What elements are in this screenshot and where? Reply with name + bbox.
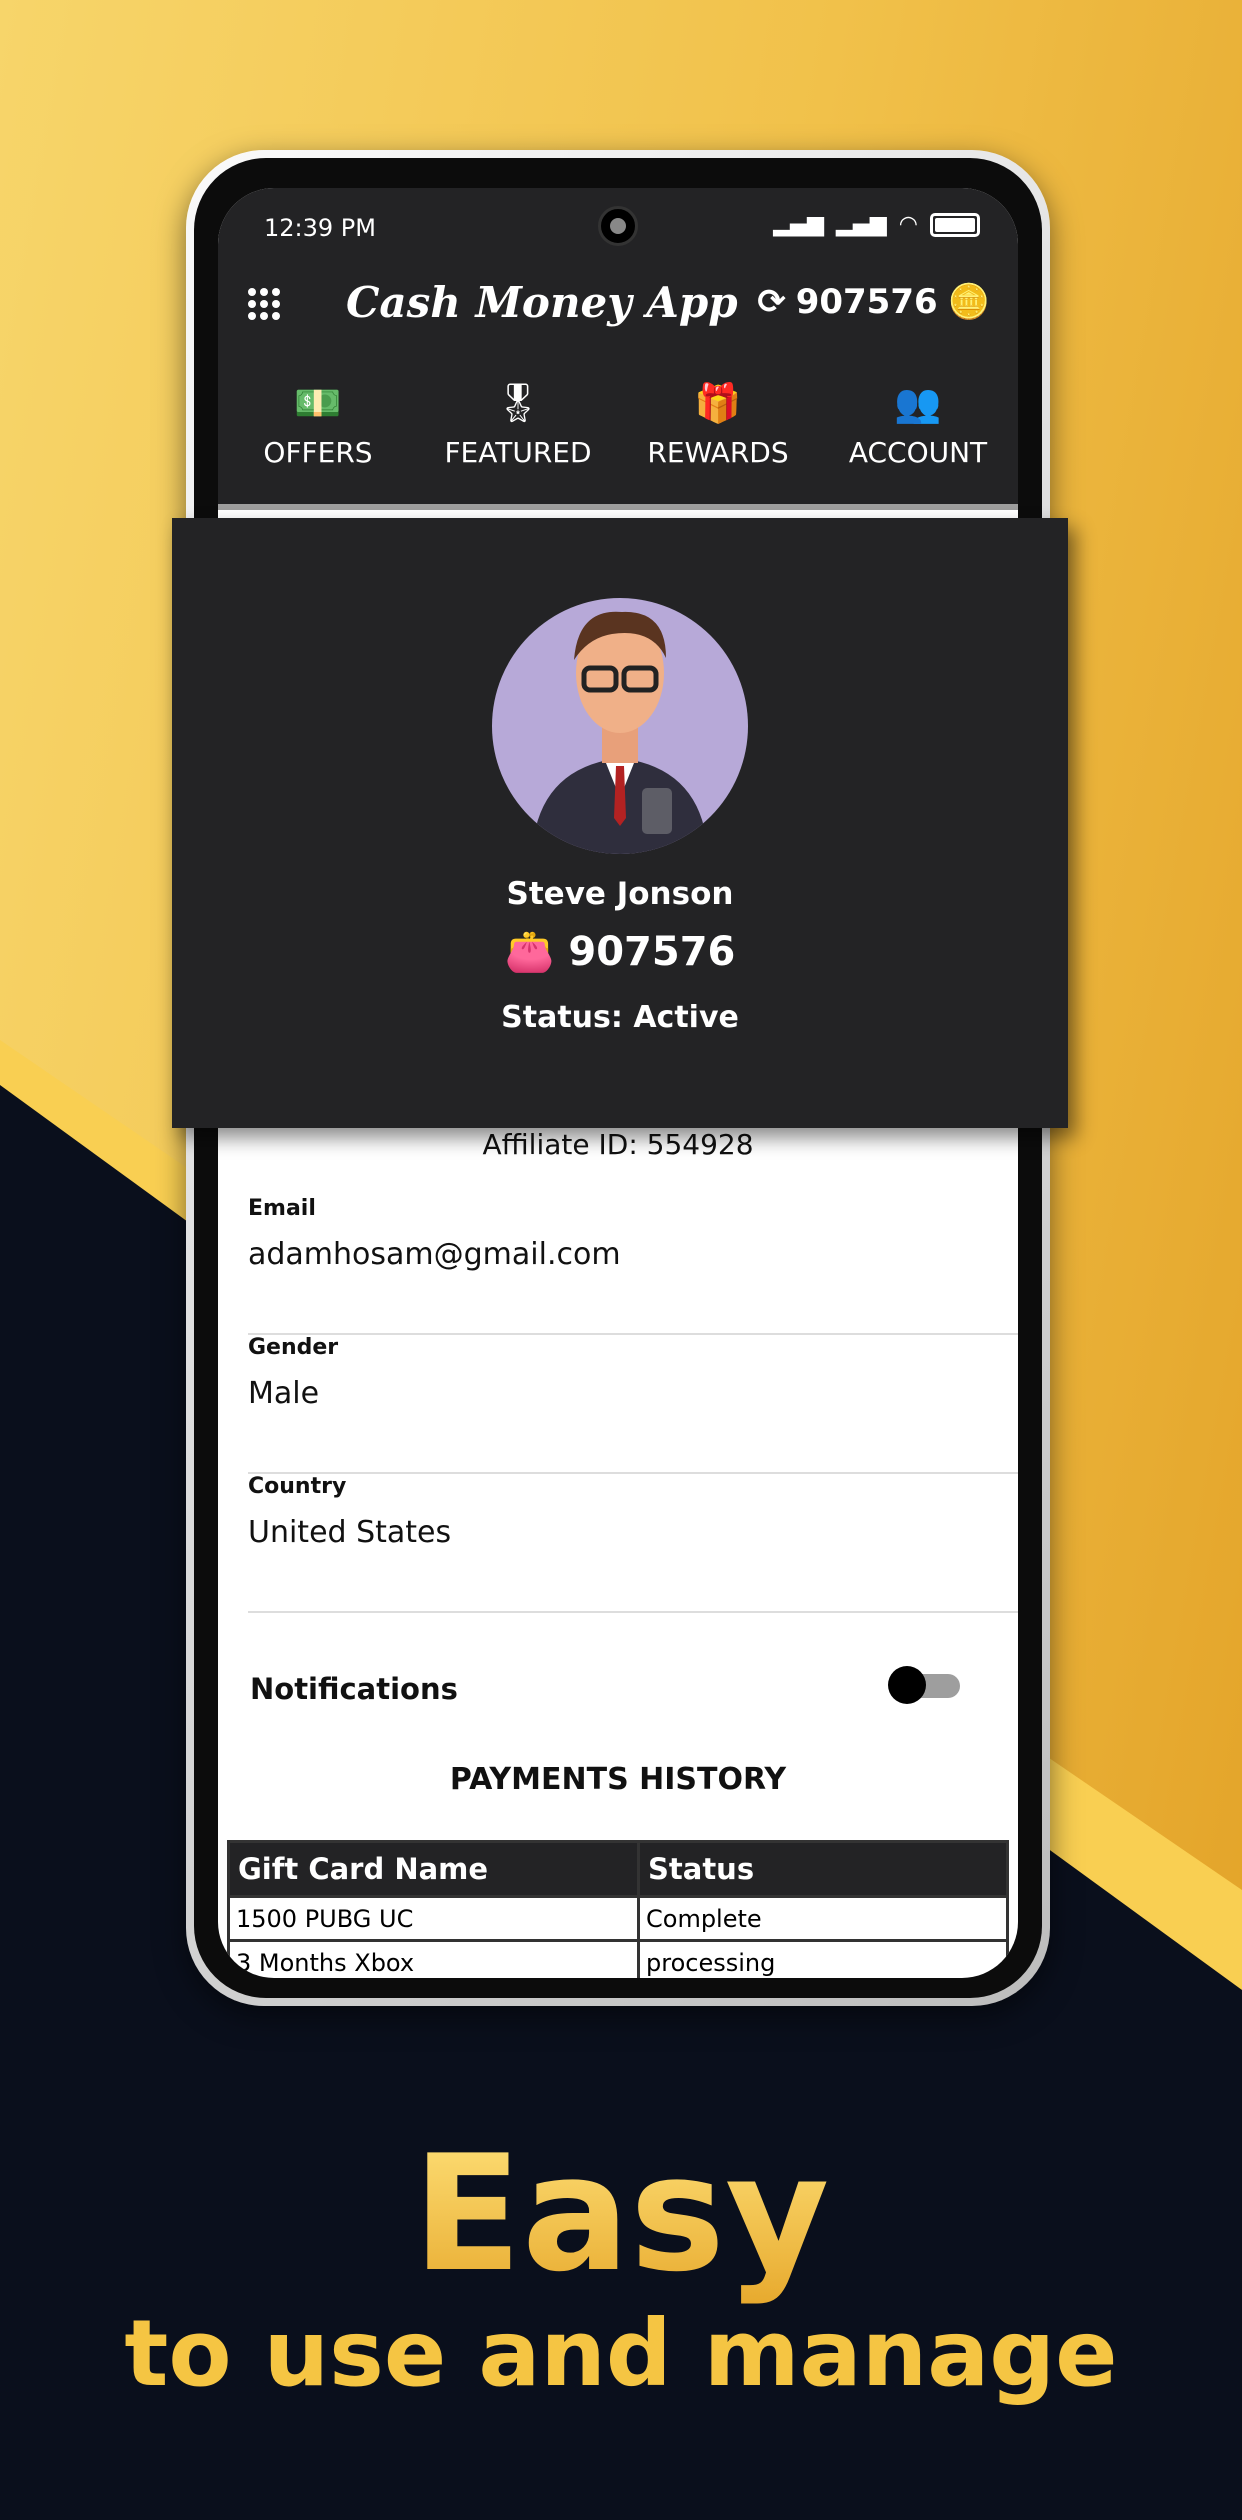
email-field[interactable]: Email adamhosam@gmail.com [248, 1196, 1018, 1335]
status-icons: ▂▄▆ ▂▄▆ ◠ [773, 212, 980, 237]
status-time: 12:39 PM [264, 214, 376, 242]
notifications-toggle[interactable] [888, 1666, 962, 1704]
app-header: 12:39 PM ▂▄▆ ▂▄▆ ◠ Cash Money App ⟳ 9075… [218, 188, 1018, 510]
tab-offers[interactable]: 💵 OFFERS [218, 378, 418, 510]
tab-label: REWARDS [647, 436, 789, 469]
country-field[interactable]: Country United States [248, 1474, 1018, 1613]
affiliate-id: Affiliate ID: 554928 [482, 1128, 754, 1161]
signal-icon: ▂▄▆ [836, 212, 887, 237]
gift-icon: 🎁 [694, 381, 742, 425]
gender-field[interactable]: Gender Male [248, 1335, 1018, 1474]
column-header: Gift Card Name [227, 1840, 640, 1898]
profile-status: Status: Active [501, 1000, 739, 1035]
award-icon: 🎖 [493, 381, 543, 425]
profile-balance: 👛 907576 [172, 928, 1068, 975]
wallet-icon: 👛 [504, 929, 555, 975]
notifications-label: Notifications [250, 1672, 458, 1706]
payment-status: processing [637, 1939, 1009, 1978]
table-row[interactable]: 3 Months Xbox processing [227, 1939, 1009, 1978]
tab-account[interactable]: 👥 ACCOUNT [818, 378, 1018, 510]
gift-card-name: 1500 PUBG UC [227, 1895, 640, 1942]
tab-bar: 💵 OFFERS 🎖 FEATURED 🎁 REWARDS 👥 ACCOUNT [218, 378, 1018, 510]
tab-label: FEATURED [444, 436, 592, 469]
field-value: adamhosam@gmail.com [248, 1237, 621, 1272]
refresh-icon[interactable]: ⟳ [757, 282, 786, 322]
header-balance[interactable]: ⟳ 907576 🪙 [757, 282, 990, 322]
table-header: Gift Card Name Status [227, 1840, 1009, 1898]
battery-icon [930, 212, 980, 237]
users-icon: 👥 [894, 381, 942, 425]
tab-rewards[interactable]: 🎁 REWARDS [618, 378, 818, 510]
tab-strip [218, 504, 1018, 510]
profile-card: Steve Jonson 👛 907576 Status: Active [172, 518, 1068, 1128]
avatar [492, 598, 748, 854]
promo-headline: Easy [0, 2120, 1242, 2307]
field-label: Email [248, 1196, 316, 1221]
signal-icon: ▂▄▆ [773, 212, 825, 237]
grid-menu-icon[interactable] [248, 288, 280, 320]
tab-label: OFFERS [263, 436, 373, 469]
field-value: Male [248, 1376, 320, 1411]
payments-history-title: PAYMENTS HISTORY [449, 1762, 787, 1797]
profile-name: Steve Jonson [506, 876, 734, 912]
gift-card-name: 3 Months Xbox [227, 1939, 640, 1978]
wifi-icon: ◠ [898, 212, 918, 237]
balance-value: 907576 [795, 282, 938, 322]
column-header: Status [637, 1840, 1009, 1898]
profile-balance-value: 907576 [568, 929, 736, 975]
field-value: United States [248, 1515, 452, 1550]
payments-table: Gift Card Name Status 1500 PUBG UC Complet… [227, 1840, 1009, 1978]
cash-icon: 💵 [294, 381, 342, 425]
payment-status: Complete [637, 1895, 1009, 1942]
promo-tagline: to use and manage [124, 2300, 1118, 2407]
table-row[interactable]: 1500 PUBG UC Complete [227, 1895, 1009, 1942]
tab-label: ACCOUNT [848, 436, 988, 469]
tab-featured[interactable]: 🎖 FEATURED [418, 378, 618, 510]
app-title: Cash Money App [346, 278, 738, 327]
field-label: Country [248, 1474, 347, 1499]
camera-icon [598, 206, 638, 246]
coins-icon: 🪙 [947, 282, 990, 322]
field-label: Gender [248, 1335, 339, 1360]
